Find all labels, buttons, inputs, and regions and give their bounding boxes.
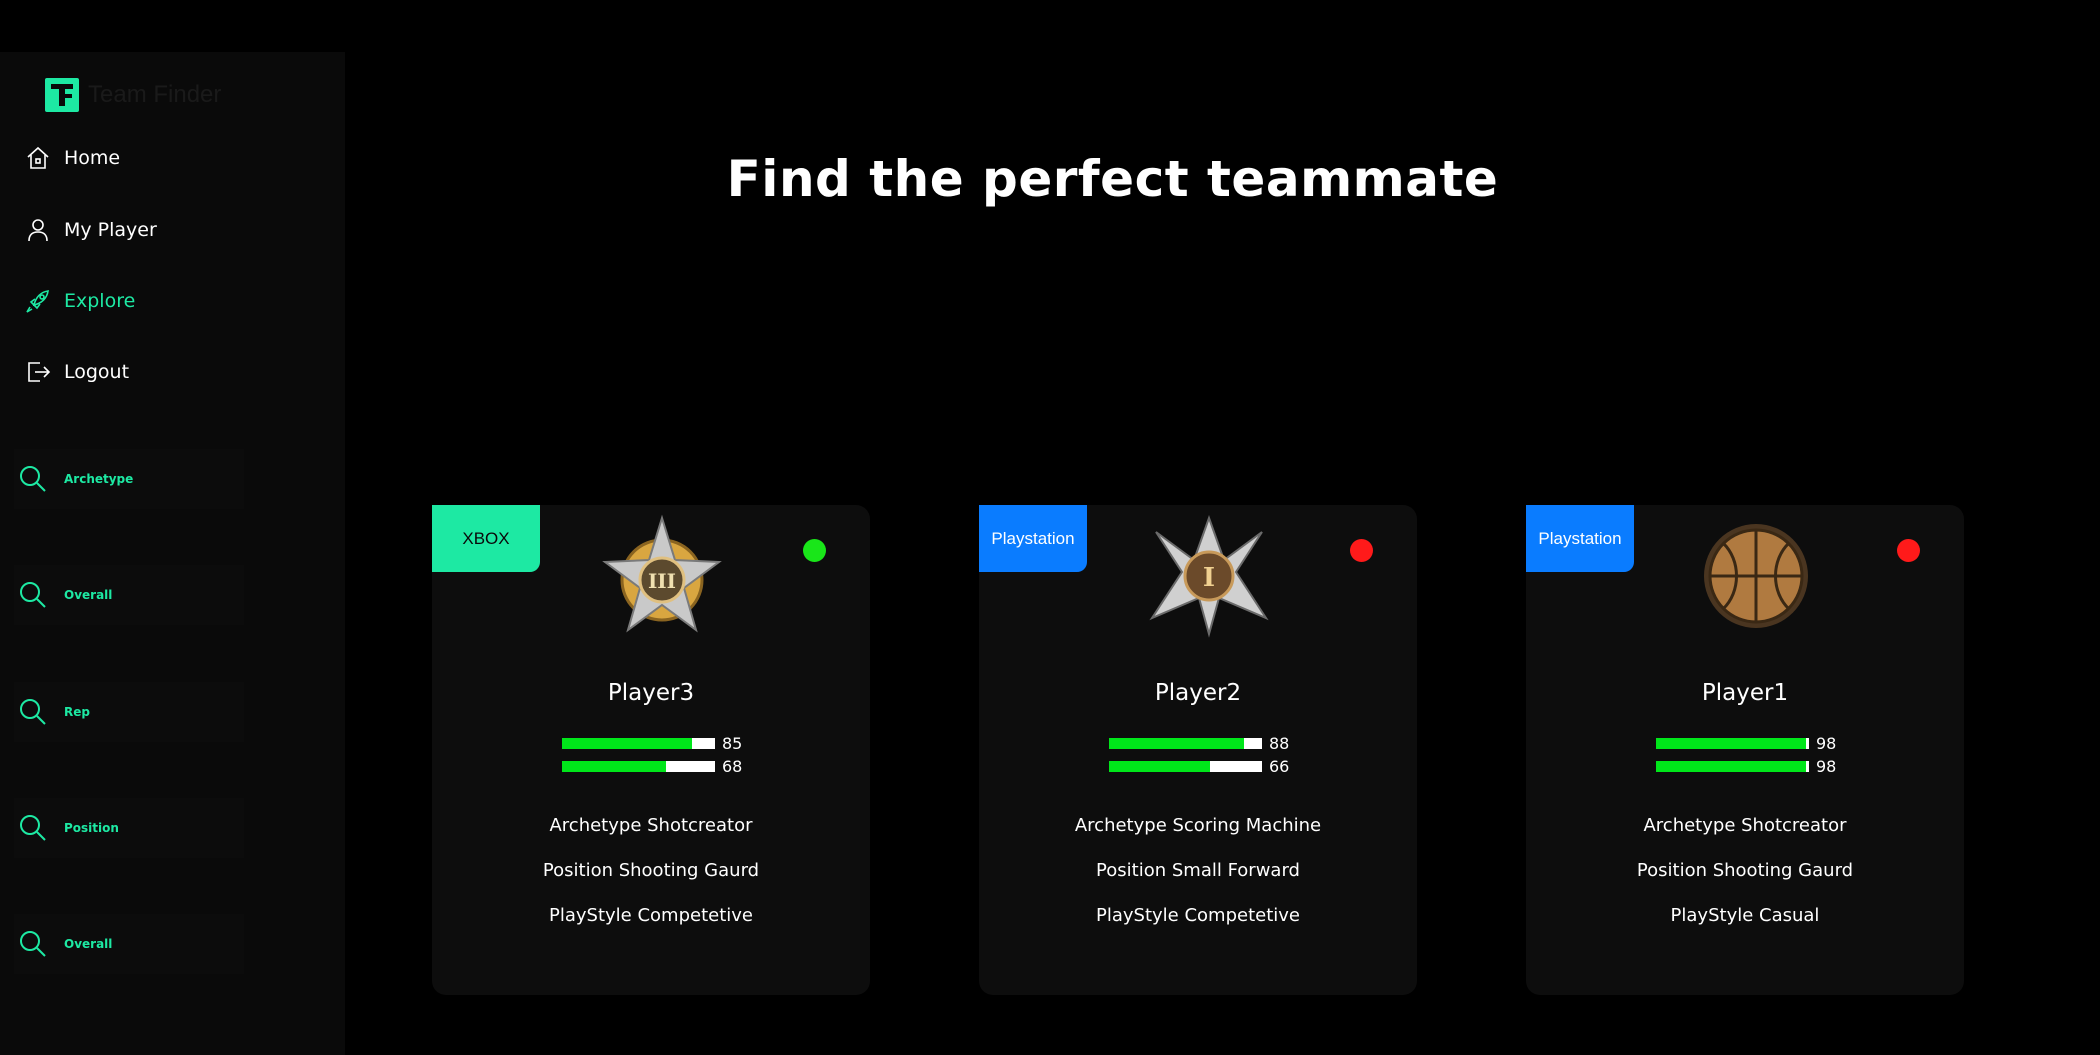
nav-label-logout: Logout bbox=[64, 361, 130, 383]
stat-bar bbox=[1656, 760, 1809, 772]
archetype-text: Archetype Scoring Machine bbox=[1074, 815, 1322, 836]
playstyle-text: PlayStyle Competetive bbox=[1095, 905, 1300, 926]
position-text: Position Shooting Gaurd bbox=[1636, 860, 1854, 881]
stat-bar-fill bbox=[562, 737, 693, 749]
stat-bar-fill bbox=[562, 760, 667, 772]
nav-item-explore[interactable]: Explore bbox=[24, 287, 135, 315]
playstyle-text: PlayStyle Casual bbox=[1670, 905, 1820, 926]
player-name: Player1 bbox=[1701, 680, 1789, 706]
filter-overall[interactable]: Overall bbox=[14, 565, 244, 625]
rocket-icon bbox=[24, 287, 52, 315]
archetype-text: Archetype Shotcreator bbox=[1643, 815, 1847, 836]
logout-icon bbox=[24, 358, 52, 386]
filter-label: Position bbox=[64, 821, 119, 835]
stat-bar-fill bbox=[1656, 760, 1806, 772]
search-icon bbox=[16, 927, 50, 961]
archetype-text: Archetype Shotcreator bbox=[549, 815, 753, 836]
filter-label: Rep bbox=[64, 705, 90, 719]
stat-row: 98 bbox=[1656, 733, 1837, 753]
brand[interactable]: Team Finder bbox=[45, 78, 221, 112]
stat-bar bbox=[562, 737, 715, 749]
search-icon bbox=[16, 462, 50, 496]
svg-text:I: I bbox=[1203, 563, 1215, 593]
stat-bar bbox=[1656, 737, 1809, 749]
filter-rep[interactable]: Rep bbox=[14, 682, 244, 742]
user-icon bbox=[24, 216, 52, 244]
nav-item-my-player[interactable]: My Player bbox=[24, 216, 157, 244]
stat-value: 85 bbox=[722, 733, 743, 753]
player-card[interactable]: Playstation Player1 98 98 Archetype Shot… bbox=[1526, 505, 1964, 995]
stat-value: 66 bbox=[1269, 756, 1290, 776]
sidebar: Team Finder Home My Player Explore Logou… bbox=[0, 52, 345, 1055]
stat-bar-fill bbox=[1109, 760, 1210, 772]
nav-item-logout[interactable]: Logout bbox=[24, 358, 129, 386]
filter-archetype[interactable]: Archetype bbox=[14, 449, 244, 509]
stat-row: 98 bbox=[1656, 756, 1837, 776]
player-card[interactable]: XBOX III Player3 85 68 Archetype Shotcre… bbox=[432, 505, 870, 995]
stat-bar bbox=[1109, 760, 1262, 772]
nav-item-home[interactable]: Home bbox=[24, 144, 120, 172]
stat-bar bbox=[1109, 737, 1262, 749]
stat-row: 68 bbox=[562, 756, 743, 776]
offline-status-dot bbox=[1350, 539, 1373, 562]
svg-text:III: III bbox=[648, 569, 676, 593]
position-text: Position Shooting Gaurd bbox=[542, 860, 760, 881]
filter-label: Overall bbox=[64, 588, 113, 602]
playstyle-text: PlayStyle Competetive bbox=[548, 905, 753, 926]
player-name: Player3 bbox=[607, 680, 695, 706]
stat-value: 68 bbox=[722, 756, 743, 776]
position-text: Position Small Forward bbox=[1096, 860, 1300, 881]
platform-tag: Playstation bbox=[1526, 505, 1634, 572]
page-title: Find the perfect teammate bbox=[726, 150, 1499, 208]
silver-star-badge-icon: I bbox=[1144, 510, 1274, 640]
filter-label: Archetype bbox=[64, 472, 134, 486]
search-icon bbox=[16, 695, 50, 729]
basketball-badge-icon bbox=[1691, 510, 1821, 640]
stat-bar-fill bbox=[1109, 737, 1244, 749]
stat-row: 66 bbox=[1109, 756, 1290, 776]
player-card[interactable]: Playstation I Player2 88 66 Archetype Sc… bbox=[979, 505, 1417, 995]
online-status-dot bbox=[803, 539, 826, 562]
platform-tag: Playstation bbox=[979, 505, 1087, 572]
star-badge-icon: III bbox=[597, 510, 727, 640]
offline-status-dot bbox=[1897, 539, 1920, 562]
home-icon bbox=[24, 144, 52, 172]
team-finder-logo-icon bbox=[45, 78, 79, 112]
stat-row: 85 bbox=[562, 733, 743, 753]
stat-value: 88 bbox=[1269, 733, 1290, 753]
nav-label-home: Home bbox=[64, 147, 121, 169]
stat-row: 88 bbox=[1109, 733, 1290, 753]
filter-label: Overall bbox=[64, 937, 113, 951]
filter-position[interactable]: Position bbox=[14, 798, 244, 858]
search-icon bbox=[16, 811, 50, 845]
stat-bar bbox=[562, 760, 715, 772]
nav-label-my-player: My Player bbox=[64, 219, 157, 241]
stat-value: 98 bbox=[1816, 756, 1837, 776]
stat-bar-fill bbox=[1656, 737, 1806, 749]
platform-tag: XBOX bbox=[432, 505, 540, 572]
stat-value: 98 bbox=[1816, 733, 1837, 753]
player-name: Player2 bbox=[1154, 680, 1242, 706]
app-name: Team Finder bbox=[88, 81, 222, 108]
filter-overall-2[interactable]: Overall bbox=[14, 914, 244, 974]
search-icon bbox=[16, 578, 50, 612]
nav-label-explore: Explore bbox=[64, 290, 136, 312]
